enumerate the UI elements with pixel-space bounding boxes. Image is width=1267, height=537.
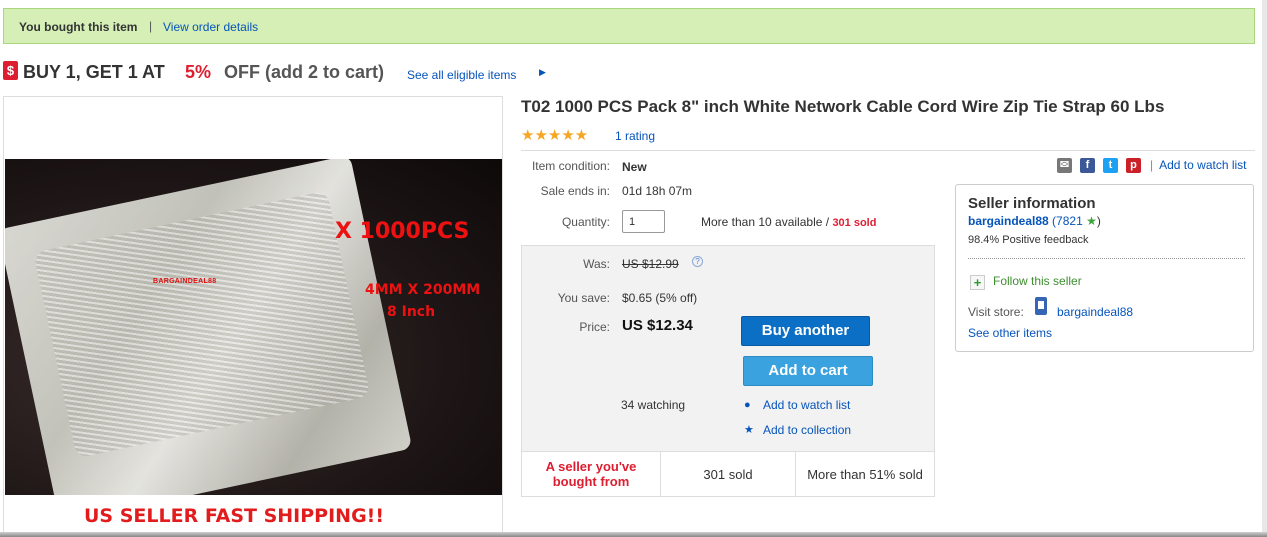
banner-separator: | <box>149 19 153 33</box>
eye-icon: ● <box>744 399 751 411</box>
condition-label: Item condition: <box>531 159 610 173</box>
view-order-details-link[interactable]: View order details <box>163 20 258 34</box>
was-label: Was: <box>583 257 610 271</box>
follow-seller-link[interactable]: Follow this seller <box>993 274 1082 288</box>
visit-store-label: Visit store: <box>968 305 1024 319</box>
plus-icon[interactable]: + <box>970 275 985 290</box>
seller-heading: Seller information <box>968 195 1096 212</box>
current-price: US $12.34 <box>622 317 693 334</box>
add-to-collection-link[interactable]: Add to collection <box>763 423 851 437</box>
price-label: Price: <box>579 320 610 334</box>
seller-feedback: 98.4% Positive feedback <box>968 234 1089 246</box>
add-to-cart-button[interactable]: Add to cart <box>743 356 873 386</box>
zip-tie-bag-image <box>5 159 413 495</box>
shipping-banner: US SELLER FAST SHIPPING!! <box>84 505 384 527</box>
watching-count: 34 watching <box>621 398 686 412</box>
seller-bought-from-cell: A seller you've bought from <box>522 452 661 496</box>
arrow-right-icon: ▶ <box>539 67 546 77</box>
zip-tie-strands <box>33 190 371 459</box>
seller-name-row: bargaindeal88 (7821 ★) <box>968 214 1101 228</box>
availability-count: More than 10 available / <box>701 215 830 229</box>
dollar-tag-icon: $ <box>3 61 18 80</box>
promo-text-2: OFF (add 2 to cart) <box>224 62 385 82</box>
size-overlay: 4MM X 200MM <box>365 282 481 298</box>
you-save-value: $0.65 (5% off) <box>622 291 698 305</box>
bought-notice: You bought this item <box>19 20 138 34</box>
rating-stars-icon[interactable]: ★★★★★ <box>521 126 588 144</box>
sold-count-cell: 301 sold <box>661 452 796 496</box>
help-icon[interactable]: ? <box>692 256 703 267</box>
add-to-watch-list-link-top[interactable]: Add to watch list <box>1159 158 1246 172</box>
sold-count-link[interactable]: 301 sold <box>832 217 876 229</box>
twitter-icon[interactable]: t <box>1103 158 1118 173</box>
pinterest-icon[interactable]: p <box>1126 158 1141 173</box>
inch-overlay: 8 Inch <box>387 304 436 320</box>
quantity-input[interactable] <box>622 210 665 233</box>
product-image-viewer[interactable]: BARGAINDEAL88 X 1000PCS 4MM X 200MM 8 In… <box>3 96 503 536</box>
buy-another-button[interactable]: Buy another <box>741 316 870 346</box>
email-icon[interactable]: ✉ <box>1057 158 1072 173</box>
quantity-overlay: X 1000PCS <box>335 219 470 244</box>
percent-sold-cell: More than 51% sold <box>807 466 923 482</box>
seller-divider <box>968 258 1245 259</box>
store-icon[interactable] <box>1035 297 1047 315</box>
star-icon: ★ <box>744 424 754 436</box>
seller-score[interactable]: (7821 <box>1052 214 1083 228</box>
availability-text: More than 10 available / 301 sold <box>701 215 876 229</box>
you-save-label: You save: <box>557 291 610 305</box>
see-other-items-link[interactable]: See other items <box>968 326 1052 340</box>
promo-discount: 5% <box>185 62 212 82</box>
sales-stats-row: A seller you've bought from 301 sold Mor… <box>521 451 935 497</box>
window-edge <box>1262 0 1267 537</box>
add-to-watch-list-link[interactable]: Add to watch list <box>763 398 850 412</box>
purchase-banner: You bought this item | View order detail… <box>3 8 1255 44</box>
was-price: US $12.99 <box>622 257 679 271</box>
sale-ends-label: Sale ends in: <box>540 184 610 198</box>
condition-value: New <box>622 160 647 174</box>
product-photo[interactable]: BARGAINDEAL88 X 1000PCS 4MM X 200MM 8 In… <box>5 159 502 495</box>
dock-strip <box>0 532 1267 537</box>
sale-ends-value: 01d 18h 07m <box>622 184 693 198</box>
promo-text-1: BUY 1, GET 1 AT <box>23 62 165 82</box>
see-all-eligible-items-link[interactable]: See all eligible items <box>407 68 516 82</box>
share-watch-row: | Add to watch list <box>1150 158 1247 172</box>
rating-count-link[interactable]: 1 rating <box>615 129 655 143</box>
share-separator: | <box>1150 158 1154 172</box>
facebook-icon[interactable]: f <box>1080 158 1095 173</box>
green-star-icon: ★ <box>1086 214 1097 228</box>
title-divider <box>521 150 1255 151</box>
seller-username-link[interactable]: bargaindeal88 <box>968 214 1049 228</box>
store-name-link[interactable]: bargaindeal88 <box>1057 305 1133 319</box>
quantity-label: Quantity: <box>561 215 610 229</box>
product-title: T02 1000 PCS Pack 8" inch White Network … <box>521 97 1165 116</box>
brand-watermark: BARGAINDEAL88 <box>153 278 217 285</box>
seller-score-close: ) <box>1096 214 1101 228</box>
seller-information-panel: Seller information bargaindeal88 (7821 ★… <box>955 184 1254 352</box>
